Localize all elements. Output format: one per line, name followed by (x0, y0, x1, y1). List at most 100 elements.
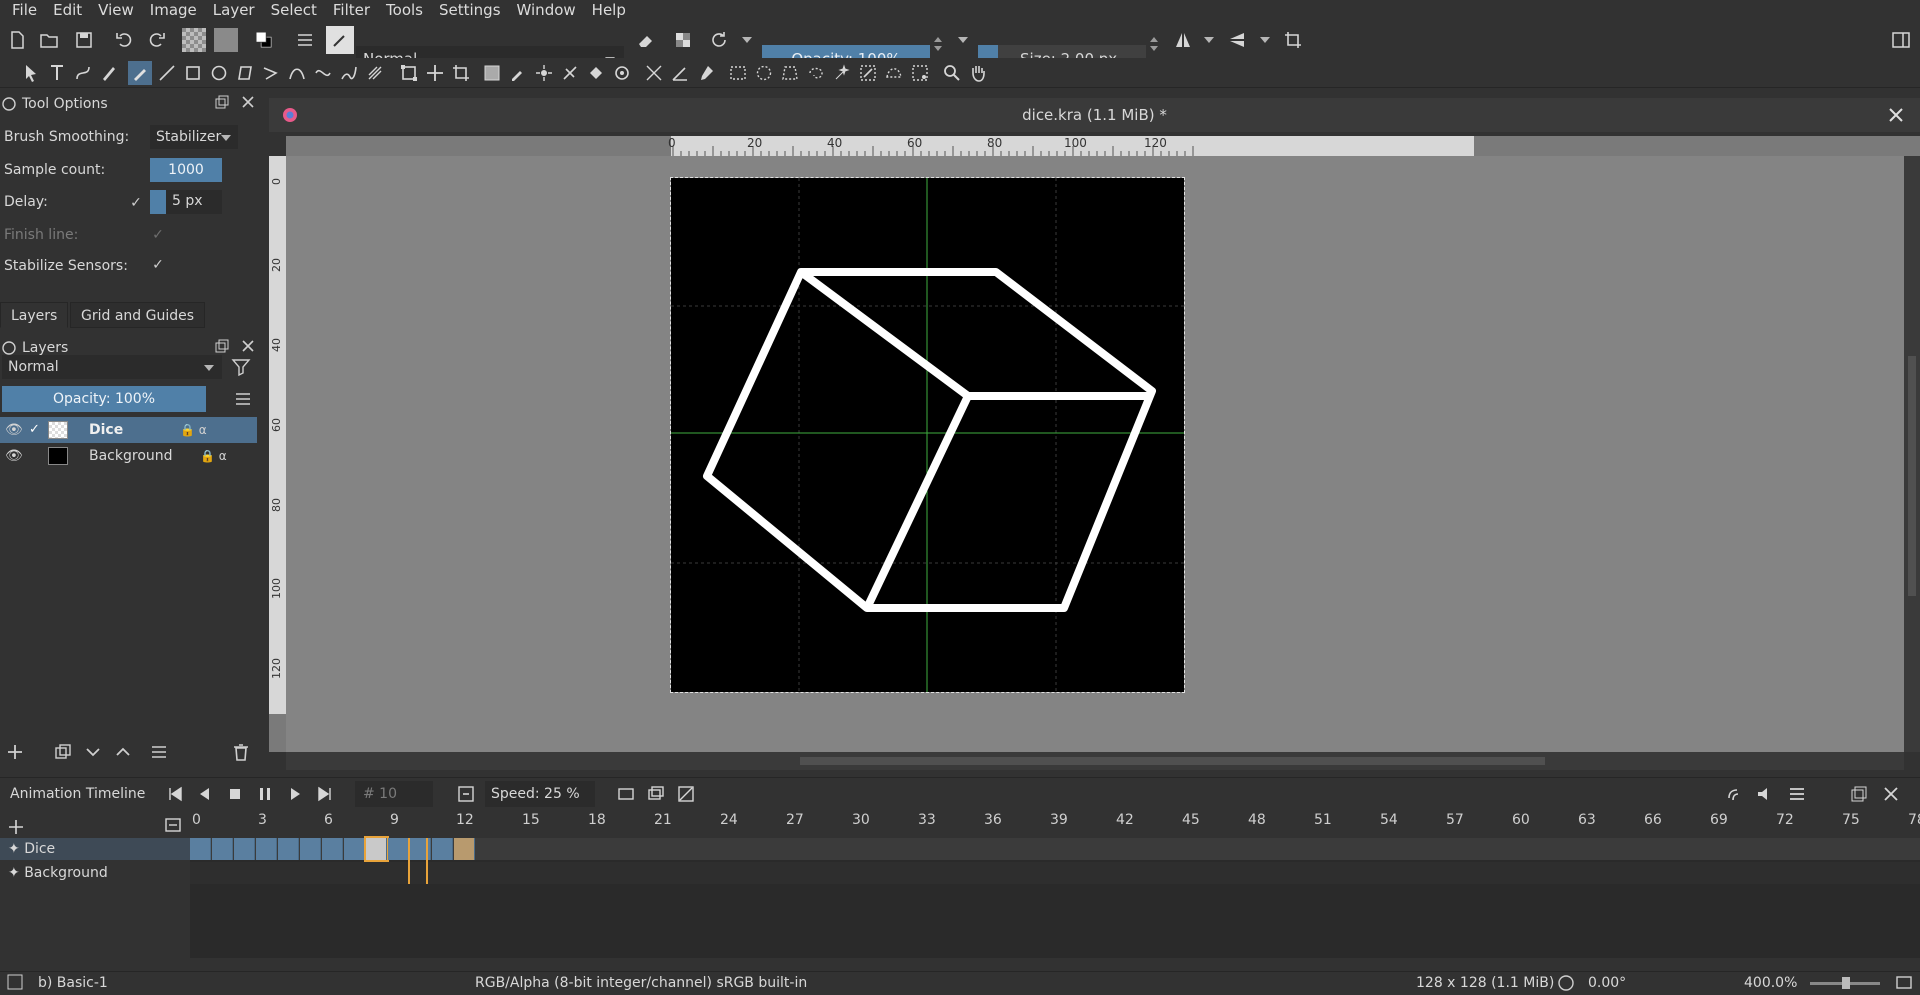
finish-line-checkbox[interactable]: ✓ (150, 227, 166, 243)
keyframe-cell[interactable] (344, 838, 365, 860)
zoom-tool-icon[interactable] (941, 62, 963, 84)
timeline-layer-dice[interactable]: ✦ Dice (0, 838, 190, 860)
pattern-preset-icon[interactable] (214, 28, 238, 52)
freehand-path-icon[interactable] (312, 62, 334, 84)
menu-edit[interactable]: Edit (45, 0, 90, 20)
ellipse-tool-icon[interactable] (208, 62, 230, 84)
rect-select-icon[interactable] (727, 62, 749, 84)
redo-icon[interactable] (146, 29, 168, 51)
duplicate-frame-icon[interactable] (645, 783, 667, 805)
layer-opacity-slider[interactable]: Opacity: 100% (2, 386, 206, 412)
line-tool-icon[interactable] (156, 62, 178, 84)
wrap-around-icon[interactable] (1282, 29, 1304, 51)
previous-frame-icon[interactable] (194, 783, 216, 805)
smart-patch-icon[interactable] (533, 62, 555, 84)
zoom-slider-handle[interactable] (1842, 977, 1850, 989)
calligraphy-icon[interactable] (98, 62, 120, 84)
edit-shapes-icon[interactable] (72, 62, 94, 84)
reload-preset-icon[interactable] (708, 29, 730, 51)
freehand-brush-icon[interactable] (128, 61, 152, 85)
assistant-tool-icon[interactable] (643, 62, 665, 84)
undo-icon[interactable] (113, 29, 135, 51)
brush-settings-icon[interactable] (294, 29, 316, 51)
menu-layer[interactable]: Layer (205, 0, 263, 20)
timeline-menu-icon[interactable] (1786, 783, 1808, 805)
freehand-select-icon[interactable] (805, 62, 827, 84)
menu-tools[interactable]: Tools (378, 0, 431, 20)
fill-tool-assist-icon[interactable] (559, 62, 581, 84)
pause-icon[interactable] (254, 783, 276, 805)
close-timeline-icon[interactable] (1880, 783, 1902, 805)
visibility-eye-icon[interactable]: 👁 (5, 417, 23, 443)
keyframe-cell[interactable] (278, 838, 299, 860)
move-tool-icon[interactable] (424, 62, 446, 84)
close-layers-icon[interactable] (240, 338, 256, 354)
delete-layer-icon[interactable] (230, 741, 252, 763)
similar-color-select-icon[interactable] (857, 62, 879, 84)
audio-icon[interactable] (1724, 783, 1746, 805)
delay-input[interactable]: 5 px (150, 190, 222, 214)
vertical-scrollbar[interactable] (1904, 156, 1920, 752)
move-layer-up-icon[interactable] (112, 741, 134, 763)
playhead-left[interactable] (408, 838, 410, 884)
opacity-up-icon[interactable] (934, 37, 942, 42)
magnetic-select-icon[interactable] (909, 62, 931, 84)
menu-filter[interactable]: Filter (325, 0, 378, 20)
fill-tool-icon[interactable] (585, 62, 607, 84)
layer-blend-select[interactable]: Normal (2, 355, 222, 379)
document-title[interactable]: dice.kra (1.1 MiB) * (269, 98, 1920, 132)
mirror-horizontal-icon[interactable] (1172, 29, 1194, 51)
tab-layers[interactable]: Layers (0, 302, 69, 328)
gradient-tool-icon[interactable] (481, 62, 503, 84)
keyframe-cell[interactable] (212, 838, 233, 860)
scroll-thumb[interactable] (1908, 356, 1916, 596)
ellipse-select-icon[interactable] (753, 62, 775, 84)
rotation-icon[interactable] (1556, 973, 1576, 993)
size-down-icon[interactable] (1150, 46, 1158, 51)
dynamic-brush-icon[interactable] (338, 62, 360, 84)
keyframe-cell[interactable] (234, 838, 255, 860)
drawing-canvas[interactable] (670, 177, 1185, 693)
visibility-eye-icon[interactable]: 👁 (5, 443, 23, 469)
gradient-preset-icon[interactable] (182, 28, 206, 52)
open-folder-icon[interactable] (38, 29, 60, 51)
eraser-icon[interactable] (634, 29, 656, 51)
foreground-background-color-icon[interactable] (250, 26, 278, 54)
menu-image[interactable]: Image (142, 0, 205, 20)
playhead-right[interactable] (426, 838, 428, 884)
size-up-icon[interactable] (1150, 37, 1158, 42)
keyframe-cell[interactable] (364, 836, 389, 862)
measure-tool-icon[interactable] (669, 62, 691, 84)
transform-tool-icon[interactable] (398, 62, 420, 84)
multibrush-icon[interactable] (364, 62, 386, 84)
new-document-icon[interactable] (6, 29, 28, 51)
next-frame-icon[interactable] (284, 783, 306, 805)
first-frame-icon[interactable] (164, 783, 186, 805)
add-layer-icon[interactable] (4, 741, 26, 763)
layer-menu-icon[interactable] (232, 388, 254, 410)
mirror-vertical-icon[interactable] (1226, 29, 1248, 51)
timeline-frame-grid[interactable] (190, 836, 1920, 958)
keyframe-cell[interactable] (322, 838, 343, 860)
crop-tool-icon[interactable] (450, 62, 472, 84)
fullscreen-icon[interactable] (1894, 973, 1914, 993)
move-layer-down-icon[interactable] (82, 741, 104, 763)
drop-frames-icon[interactable] (455, 783, 477, 805)
float-layers-icon[interactable] (214, 338, 230, 354)
last-frame-icon[interactable] (314, 783, 336, 805)
reference-tool-icon[interactable] (695, 62, 717, 84)
dice-frame-row[interactable] (190, 836, 1920, 862)
close-docker-icon[interactable] (240, 94, 256, 110)
rectangle-tool-icon[interactable] (182, 62, 204, 84)
mirror-h-caret-icon[interactable] (1204, 37, 1214, 43)
enclose-fill-icon[interactable] (611, 62, 633, 84)
polygon-select-icon[interactable] (779, 62, 801, 84)
stabilize-sensors-checkbox[interactable]: ✓ (150, 257, 166, 273)
layer-lock-icons[interactable]: 🔒 α (180, 417, 207, 443)
layer-filter-icon[interactable] (230, 356, 252, 378)
preserve-alpha-icon[interactable] (672, 29, 694, 51)
sample-count-input[interactable]: 1000 (150, 158, 222, 182)
keyframe-cell[interactable] (388, 838, 409, 860)
polygon-tool-icon[interactable] (234, 62, 256, 84)
workspace-switcher-icon[interactable] (1890, 29, 1912, 51)
